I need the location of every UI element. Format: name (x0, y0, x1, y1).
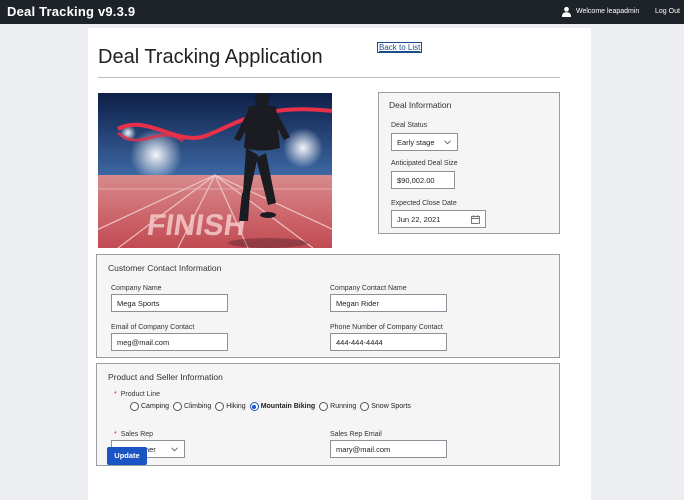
sales-rep-label: * Sales Rep (114, 431, 154, 438)
contact-phone-value: 444-444-4444 (336, 338, 383, 347)
deal-status-label: Deal Status (391, 122, 428, 129)
radio-option-mountain-biking[interactable]: Mountain Biking (249, 402, 319, 411)
radio-option-climbing[interactable]: Climbing (173, 402, 215, 411)
product-seller-title: Product and Seller Information (108, 372, 223, 382)
close-date-label: Expected Close Date (391, 200, 457, 207)
finish-track-text: FINISH (145, 209, 248, 242)
required-marker: * (114, 391, 117, 398)
sales-rep-email-label: Sales Rep Email (330, 431, 382, 438)
user-icon (561, 6, 572, 17)
update-button[interactable]: Update (107, 447, 147, 465)
chevron-down-icon (171, 447, 178, 452)
contact-email-input[interactable]: meg@mail.com (111, 333, 228, 351)
app-title: Deal Tracking v9.3.9 (7, 4, 136, 19)
calendar-icon[interactable] (471, 215, 480, 224)
deal-size-label: Anticipated Deal Size (391, 160, 458, 167)
radio-option-snow-sports[interactable]: Snow Sports (360, 402, 415, 411)
deal-status-select[interactable]: Early stage (391, 133, 458, 151)
company-name-value: Mega Sports (117, 299, 160, 308)
radio-label: Mountain Biking (260, 403, 316, 410)
title-divider (98, 77, 560, 78)
main-card: Back to List Deal Tracking Application F… (88, 28, 591, 500)
radio-button[interactable] (319, 402, 329, 411)
radio-label: Hiking (226, 403, 246, 410)
contact-name-value: Megan Rider (336, 299, 379, 308)
radio-button[interactable] (130, 402, 139, 411)
close-date-input[interactable]: Jun 22, 2021 (391, 210, 486, 228)
contact-name-label: Company Contact Name (330, 285, 407, 292)
radio-label: Snow Sports (371, 403, 411, 410)
deal-size-value: $90,002.00 (397, 176, 435, 185)
sales-rep-email-input[interactable]: mary@mail.com (330, 440, 447, 458)
contact-email-value: meg@mail.com (117, 338, 170, 347)
welcome-text: Welcome leapadmin (576, 8, 640, 15)
contact-phone-input[interactable]: 444-444-4444 (330, 333, 447, 351)
customer-contact-title: Customer Contact Information (108, 263, 222, 273)
deal-size-input[interactable]: $90,002.00 (391, 171, 455, 189)
close-date-value: Jun 22, 2021 (397, 215, 441, 224)
product-seller-panel: Product and Seller Information * Product … (96, 363, 560, 466)
radio-button[interactable] (215, 402, 225, 411)
page-title: Deal Tracking Application (98, 46, 323, 68)
radio-button[interactable] (173, 402, 183, 411)
contact-phone-label: Phone Number of Company Contact (330, 324, 443, 331)
back-to-list-link[interactable]: Back to List (377, 42, 423, 53)
top-bar: Deal Tracking v9.3.9 Welcome leapadmin L… (0, 0, 684, 24)
radio-label: Running (330, 403, 357, 410)
contact-name-input[interactable]: Megan Rider (330, 294, 447, 312)
logout-link[interactable]: Log Out (655, 8, 680, 15)
radio-label: Climbing (184, 403, 212, 410)
contact-email-label: Email of Company Contact (111, 324, 195, 331)
radio-option-camping[interactable]: Camping (130, 402, 173, 411)
radio-label: Camping (141, 403, 170, 410)
company-name-label: Company Name (111, 285, 162, 292)
sales-rep-email-value: mary@mail.com (336, 445, 391, 454)
product-line-label: * Product Line (114, 391, 161, 398)
radio-option-running[interactable]: Running (319, 402, 360, 411)
deal-information-panel: Deal Information Deal Status Early stage… (378, 92, 560, 234)
radio-option-hiking[interactable]: Hiking (215, 402, 249, 411)
product-line-radio-group: Camping Climbing Hiking Mountain Biking Runn… (130, 402, 415, 414)
required-marker: * (114, 431, 117, 438)
deal-information-title: Deal Information (389, 100, 452, 110)
deal-status-value: Early stage (397, 138, 435, 147)
finish-line-image: FINISH (98, 93, 332, 248)
radio-button[interactable] (360, 402, 370, 411)
company-name-input[interactable]: Mega Sports (111, 294, 228, 312)
customer-contact-panel: Customer Contact Information Company Nam… (96, 254, 560, 358)
radio-button[interactable] (249, 402, 259, 411)
chevron-down-icon (444, 140, 451, 145)
